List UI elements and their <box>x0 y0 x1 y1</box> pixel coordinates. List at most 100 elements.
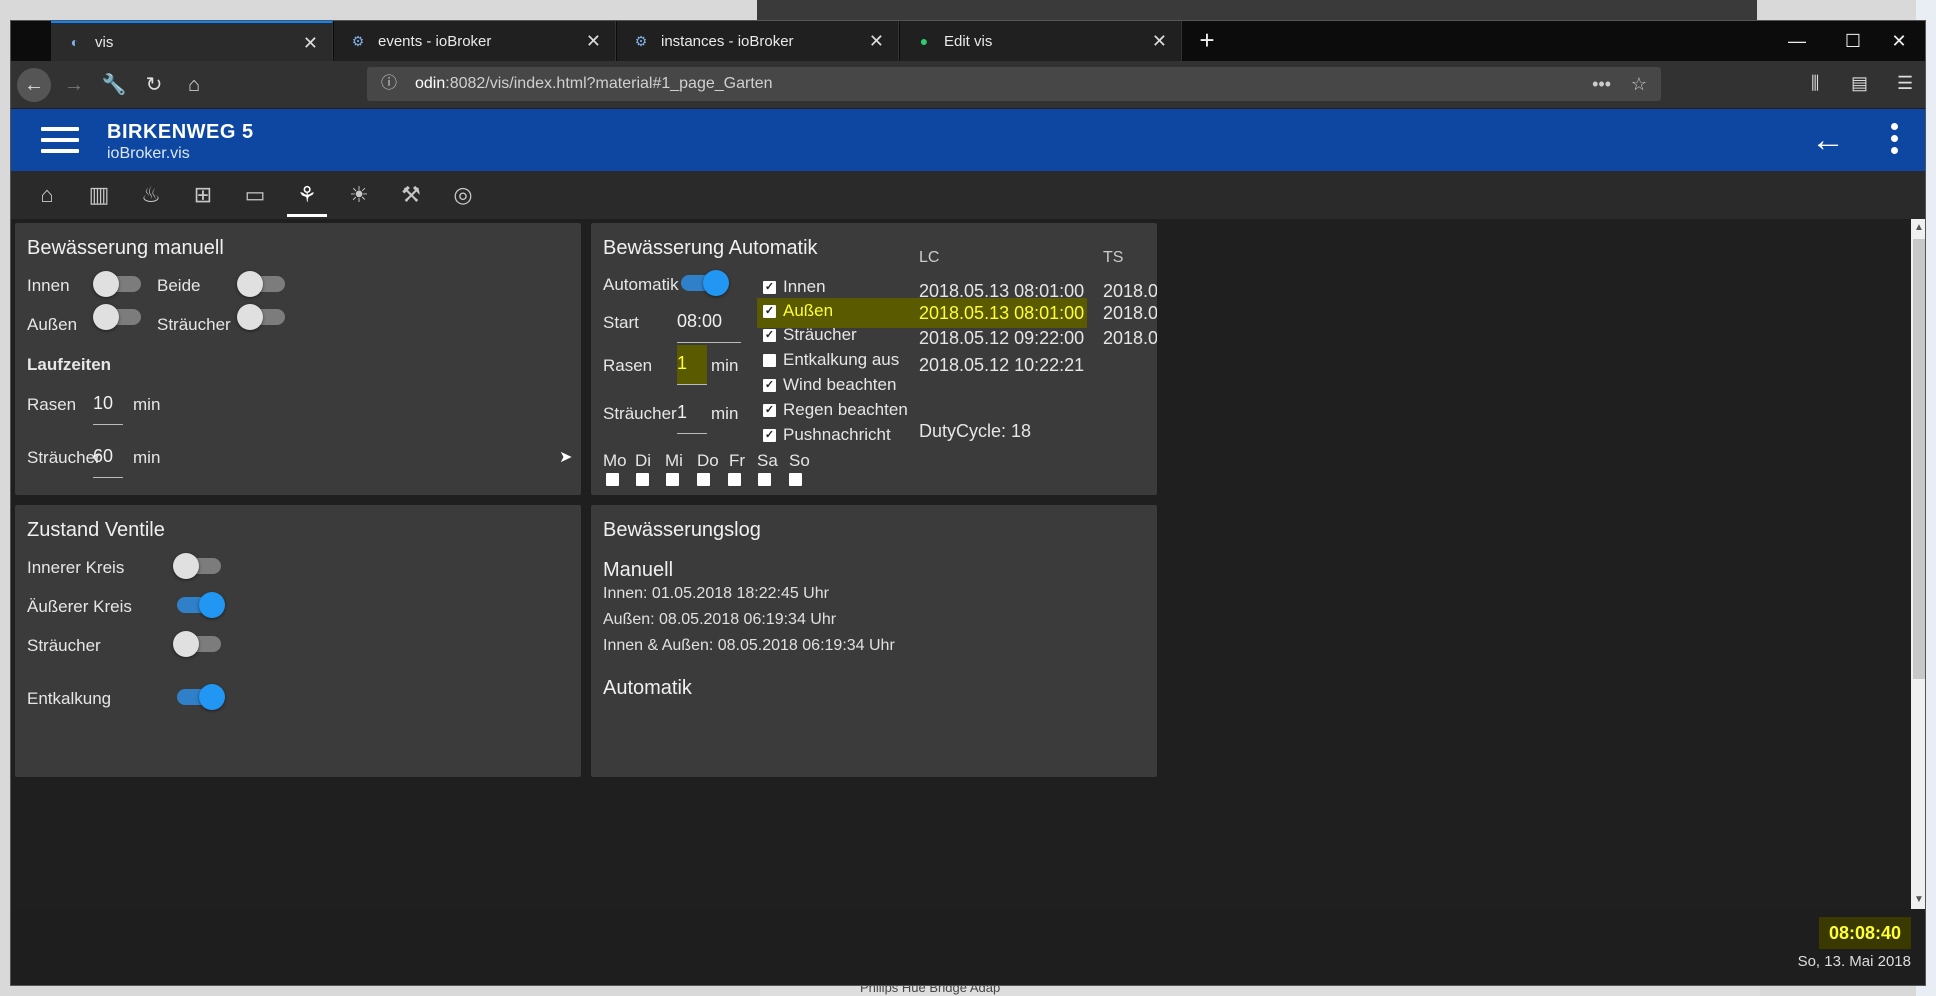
url-path: :8082/vis/index.html?material#1_page_Gar… <box>445 75 773 92</box>
log-entry: Innen & Außen: 08.05.2018 06:19:34 Uhr <box>603 637 895 654</box>
straucher-auto-input[interactable]: 1 <box>677 402 707 434</box>
library-icon[interactable]: ⫼ <box>1811 73 1819 94</box>
beide-toggle[interactable] <box>237 269 289 299</box>
info-icon[interactable]: ⓘ <box>381 67 397 101</box>
star-icon[interactable]: ☆ <box>1631 67 1647 101</box>
valve-straucher-toggle[interactable] <box>173 629 225 659</box>
vis-app: BIRKENWEG 5 ioBroker.vis ← ⌂ ▥ ♨ ⊞ ▭ ⚘ ☀… <box>11 109 1925 985</box>
straucher-duration-input[interactable]: 60 <box>93 446 123 478</box>
checkbox-regen[interactable]: ✓ <box>763 404 776 417</box>
start-time-input[interactable]: 08:00 <box>677 311 741 343</box>
home-button[interactable]: ⌂ <box>177 68 211 102</box>
day-checkbox-mo[interactable] <box>606 473 619 486</box>
minimize-button[interactable]: — <box>1769 21 1825 61</box>
radiator-icon[interactable]: ♨ <box>131 177 171 217</box>
sidebar-icon[interactable]: ▤ <box>1851 73 1868 94</box>
garden-icon[interactable]: ⚘ <box>287 177 327 217</box>
navigation-bar: ← → 🔧 ↻ ⌂ ⓘ odin:8082/vis/index.html?mat… <box>11 61 1925 108</box>
day-label: Fr <box>729 451 746 470</box>
clock: 08:08:40 <box>1819 917 1911 949</box>
day-checkbox-mi[interactable] <box>666 473 679 486</box>
checkbox-innen[interactable]: ✓ <box>763 281 776 294</box>
day-checkbox-di[interactable] <box>636 473 649 486</box>
close-icon[interactable]: ✕ <box>869 31 884 52</box>
close-icon[interactable]: ✕ <box>1152 31 1167 52</box>
innen-toggle[interactable] <box>93 269 145 299</box>
fuse-box-icon[interactable]: ▥ <box>79 177 119 217</box>
rasen-label: Rasen <box>27 395 77 414</box>
close-icon[interactable]: ✕ <box>586 31 601 52</box>
url-bar[interactable]: ⓘ odin:8082/vis/index.html?material#1_pa… <box>367 67 1661 101</box>
checkbox-aussen[interactable]: ✓ <box>763 305 776 318</box>
straucher-toggle[interactable] <box>237 302 289 332</box>
ts-value: 2018.05 <box>1103 303 1157 323</box>
network-icon[interactable]: ⊞ <box>183 177 223 217</box>
checkbox-label: Regen beachten <box>783 400 908 419</box>
checkbox-push[interactable]: ✓ <box>763 429 776 442</box>
valve-label: Sträucher <box>27 636 101 655</box>
forward-button[interactable]: → <box>57 68 91 102</box>
hamburger-icon[interactable] <box>41 127 81 153</box>
new-tab-button[interactable]: + <box>1191 25 1223 57</box>
day-label: Mi <box>665 451 683 470</box>
automatik-toggle[interactable] <box>677 268 729 298</box>
tools-icon[interactable]: ⚒ <box>391 177 431 217</box>
more-vert-icon[interactable] <box>1891 123 1899 159</box>
start-label: Start <box>603 313 639 332</box>
signal-icon[interactable]: ◎ <box>443 177 483 217</box>
toggle-label: Außen <box>27 315 78 334</box>
scroll-down-icon[interactable]: ▼ <box>1911 891 1925 909</box>
valve-outer-toggle[interactable] <box>173 590 225 620</box>
arrow-left-icon[interactable]: ← <box>1811 121 1845 160</box>
valve-inner-toggle[interactable] <box>173 551 225 581</box>
checkbox-label: Außen <box>783 301 834 320</box>
reload-button[interactable]: ↻ <box>137 68 171 102</box>
close-icon[interactable]: ✕ <box>303 33 318 54</box>
log-entry: Außen: 08.05.2018 06:19:34 Uhr <box>603 611 837 628</box>
menu-icon[interactable]: ☰ <box>1897 73 1913 94</box>
scroll-up-icon[interactable]: ▲ <box>1911 219 1925 237</box>
checkbox-label: Pushnachricht <box>783 425 891 444</box>
home-icon[interactable]: ⌂ <box>27 177 67 217</box>
rasen-duration-input[interactable]: 10 <box>93 393 123 425</box>
page-scrollbar[interactable]: ▲ ▼ <box>1911 219 1925 909</box>
auto-irrigation-card: Bewässerung Automatik Automatik Start 08… <box>591 223 1157 495</box>
lc-value: 2018.05.13 08:01:00 <box>919 303 1085 323</box>
tab-title: instances - ioBroker <box>661 32 794 50</box>
lc-value: 2018.05.13 08:01:00 <box>919 281 1085 301</box>
toggle-label: Beide <box>157 276 201 295</box>
light-icon[interactable]: ☀ <box>339 177 379 217</box>
automatik-label: Automatik <box>603 275 679 294</box>
day-label: Do <box>697 451 719 470</box>
ts-value: 2018.05 <box>1103 281 1157 301</box>
day-checkbox-so[interactable] <box>789 473 802 486</box>
date: So, 13. Mai 2018 <box>1797 953 1911 970</box>
tab-bar: ◐ vis ✕ ⚙ events - ioBroker ✕ ⚙ instance… <box>11 21 1925 61</box>
day-label: Sa <box>757 451 778 470</box>
checkbox-wind[interactable]: ✓ <box>763 379 776 392</box>
checkbox-label: Sträucher <box>783 325 857 344</box>
day-checkbox-do[interactable] <box>697 473 710 486</box>
checkbox-straucher[interactable]: ✓ <box>763 329 776 342</box>
tab-edit-vis[interactable]: ● Edit vis ✕ <box>900 21 1182 61</box>
day-checkbox-fr[interactable] <box>728 473 741 486</box>
aussen-toggle[interactable] <box>93 302 145 332</box>
scroll-thumb[interactable] <box>1913 239 1925 679</box>
valve-label: Innerer Kreis <box>27 558 125 577</box>
lc-value: 2018.05.12 10:22:21 <box>919 355 1085 375</box>
tab-events[interactable]: ⚙ events - ioBroker ✕ <box>334 21 616 61</box>
back-button[interactable]: ← <box>17 68 51 102</box>
irrigation-log-card: Bewässerungslog Manuell Innen: 01.05.201… <box>591 505 1157 777</box>
more-icon[interactable]: ••• <box>1592 67 1611 101</box>
manual-irrigation-card: Bewässerung manuell Innen Beide Außen St… <box>15 223 581 495</box>
tab-vis[interactable]: ◐ vis ✕ <box>51 21 333 61</box>
checkbox-entkalkung-aus[interactable] <box>763 354 776 367</box>
window-icon[interactable]: ▭ <box>235 177 275 217</box>
valve-entkalkung-toggle[interactable] <box>173 682 225 712</box>
close-window-button[interactable]: ✕ <box>1871 21 1925 61</box>
wrench-icon[interactable]: 🔧 <box>97 68 131 102</box>
day-checkbox-sa[interactable] <box>758 473 771 486</box>
tab-instances[interactable]: ⚙ instances - ioBroker ✕ <box>617 21 899 61</box>
rasen-auto-input[interactable]: 1 <box>677 345 707 385</box>
straucher-label: Sträucher <box>27 448 101 467</box>
